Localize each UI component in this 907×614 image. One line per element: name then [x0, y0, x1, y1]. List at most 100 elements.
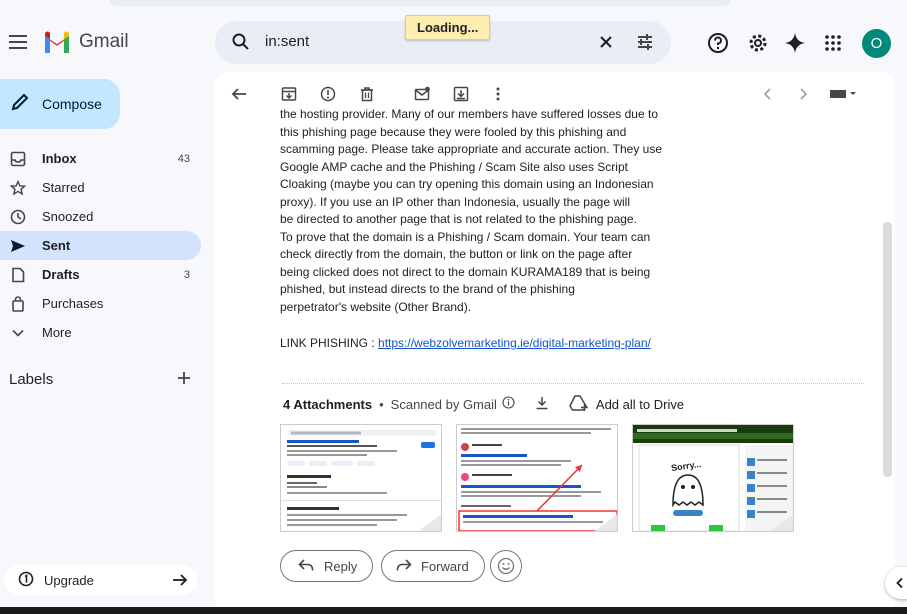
- message-body: the hosting provider. Many of our member…: [280, 106, 670, 316]
- forward-icon: [396, 558, 412, 575]
- close-icon[interactable]: [596, 32, 616, 57]
- attachment-thumbnail[interactable]: Sorry...: [632, 424, 794, 532]
- phishing-link[interactable]: https://webzolvemarketing.ie/digital-mar…: [378, 336, 651, 350]
- scanned-label: Scanned by Gmail: [390, 396, 497, 412]
- message-line: be directed to another page that is not …: [280, 212, 637, 226]
- send-icon: [9, 237, 27, 255]
- search-icon[interactable]: [231, 32, 251, 57]
- add-label-icon[interactable]: [175, 369, 193, 392]
- top-bar: Gmail Loading... O: [0, 0, 907, 78]
- phishing-link-label: LINK PHISHING :: [280, 336, 379, 350]
- phishing-link-line: LINK PHISHING : https://webzolvemarketin…: [280, 336, 651, 350]
- sparkle-icon[interactable]: [783, 31, 807, 55]
- emoji-reaction-button[interactable]: [490, 550, 522, 582]
- sidebar-nav: Inbox 43 Starred Snoozed Sent Drafts 3 P…: [0, 144, 201, 347]
- message-line: being clicked does not direct to the dom…: [280, 264, 651, 279]
- inbox-icon: [9, 150, 27, 168]
- more-vert-icon[interactable]: [489, 85, 507, 103]
- chevron-down-icon: [9, 324, 27, 342]
- sidebar-item-label: Purchases: [42, 296, 104, 311]
- gmail-logo[interactable]: Gmail: [43, 31, 129, 53]
- labels-heading: Labels: [9, 371, 54, 388]
- loading-indicator: Loading...: [405, 15, 491, 40]
- help-icon[interactable]: [706, 31, 730, 55]
- message-line: the hosting provider. Many of our member…: [280, 107, 658, 121]
- upgrade-button[interactable]: Upgrade: [4, 565, 197, 595]
- attachments-bar: 4 Attachments • Scanned by Gmail Add all…: [283, 394, 684, 414]
- mark-unread-icon[interactable]: [413, 85, 431, 103]
- message-line: Cloaking (maybe you can try opening this…: [280, 177, 654, 191]
- message-line: scamming page. Please take appropriate a…: [280, 142, 663, 156]
- upgrade-icon: [18, 571, 34, 590]
- reply-label: Reply: [324, 558, 358, 574]
- smiley-icon: [497, 557, 515, 575]
- arrow-right-icon: [171, 571, 189, 592]
- separator: •: [379, 396, 384, 412]
- drive-add-icon[interactable]: [569, 394, 589, 415]
- message-line: proxy). If you use an IP other than Indo…: [280, 194, 630, 209]
- browser-strip: [110, 0, 730, 6]
- sidebar-item-label: Starred: [42, 180, 85, 195]
- search-options-icon[interactable]: [635, 32, 655, 57]
- attachments-divider: [282, 383, 864, 384]
- back-arrow-icon[interactable]: [230, 85, 248, 103]
- info-icon[interactable]: [502, 396, 515, 412]
- add-to-drive-label[interactable]: Add all to Drive: [596, 397, 684, 412]
- reply-button[interactable]: Reply: [280, 550, 373, 582]
- sidebar-item-purchases[interactable]: Purchases: [0, 289, 201, 318]
- sidebar-item-label: Drafts: [42, 267, 80, 282]
- message-pane: the hosting provider. Many of our member…: [215, 72, 895, 614]
- sidebar-item-sent[interactable]: Sent: [0, 231, 201, 260]
- reply-icon: [298, 558, 314, 575]
- trash-icon[interactable]: [358, 85, 376, 103]
- os-taskbar: [0, 607, 907, 614]
- gmail-wordmark: Gmail: [79, 31, 129, 52]
- chevron-right-icon[interactable]: [794, 85, 812, 103]
- unread-count: 43: [177, 152, 190, 165]
- account-avatar[interactable]: O: [862, 29, 891, 58]
- message-line: check directly from the domain, the butt…: [280, 247, 633, 261]
- sidebar-item-inbox[interactable]: Inbox 43: [0, 144, 201, 173]
- draft-icon: [9, 266, 27, 284]
- gear-icon[interactable]: [746, 31, 770, 55]
- sidebar-item-drafts[interactable]: Drafts 3: [0, 260, 201, 289]
- vertical-scrollbar[interactable]: [883, 222, 892, 477]
- screenshot-preview-image: [633, 425, 793, 531]
- message-line: perpetrator's website (Other Brand).: [280, 299, 472, 314]
- gmail-m-icon: [45, 31, 69, 53]
- screenshot-preview-image: [281, 425, 441, 531]
- keyboard-icon[interactable]: [829, 85, 859, 103]
- sidebar-item-label: Inbox: [42, 151, 77, 166]
- clock-icon: [9, 208, 27, 226]
- star-icon: [9, 179, 27, 197]
- attachment-thumbnail[interactable]: [280, 424, 442, 532]
- report-spam-icon[interactable]: [319, 85, 337, 103]
- sidebar-item-label: More: [42, 325, 72, 340]
- chevron-left-icon: [896, 577, 903, 589]
- main-menu-button[interactable]: [6, 30, 30, 54]
- archive-icon[interactable]: [280, 85, 298, 103]
- message-line: Google AMP cache and the Phishing / Scam…: [280, 159, 628, 174]
- forward-label: Forward: [421, 558, 469, 574]
- draft-count: 3: [183, 268, 190, 281]
- chevron-left-icon[interactable]: [759, 85, 777, 103]
- reply-actions-bar: Reply Forward: [215, 532, 895, 614]
- message-line: To prove that the domain is a Phishing /…: [280, 229, 651, 244]
- sidebar-item-more[interactable]: More: [0, 318, 201, 347]
- sidebar-item-label: Snoozed: [42, 209, 94, 224]
- screenshot-preview-image: [457, 425, 617, 531]
- sidebar-item-snoozed[interactable]: Snoozed: [0, 202, 201, 231]
- forward-button[interactable]: Forward: [381, 550, 485, 582]
- apps-grid-icon[interactable]: [821, 31, 845, 55]
- pencil-icon: [10, 92, 30, 117]
- attachment-thumbnail[interactable]: [456, 424, 618, 532]
- sidebar-item-starred[interactable]: Starred: [0, 173, 201, 202]
- compose-button[interactable]: Compose: [0, 79, 120, 129]
- sidebar-item-label: Sent: [42, 238, 71, 253]
- message-line: this phishing page because they were foo…: [280, 124, 627, 139]
- download-all-icon[interactable]: [535, 396, 549, 413]
- hamburger-icon: [9, 35, 27, 49]
- move-to-icon[interactable]: [452, 85, 470, 103]
- message-line: phished, but instead directs to the bran…: [280, 282, 575, 296]
- upgrade-label: Upgrade: [44, 572, 94, 588]
